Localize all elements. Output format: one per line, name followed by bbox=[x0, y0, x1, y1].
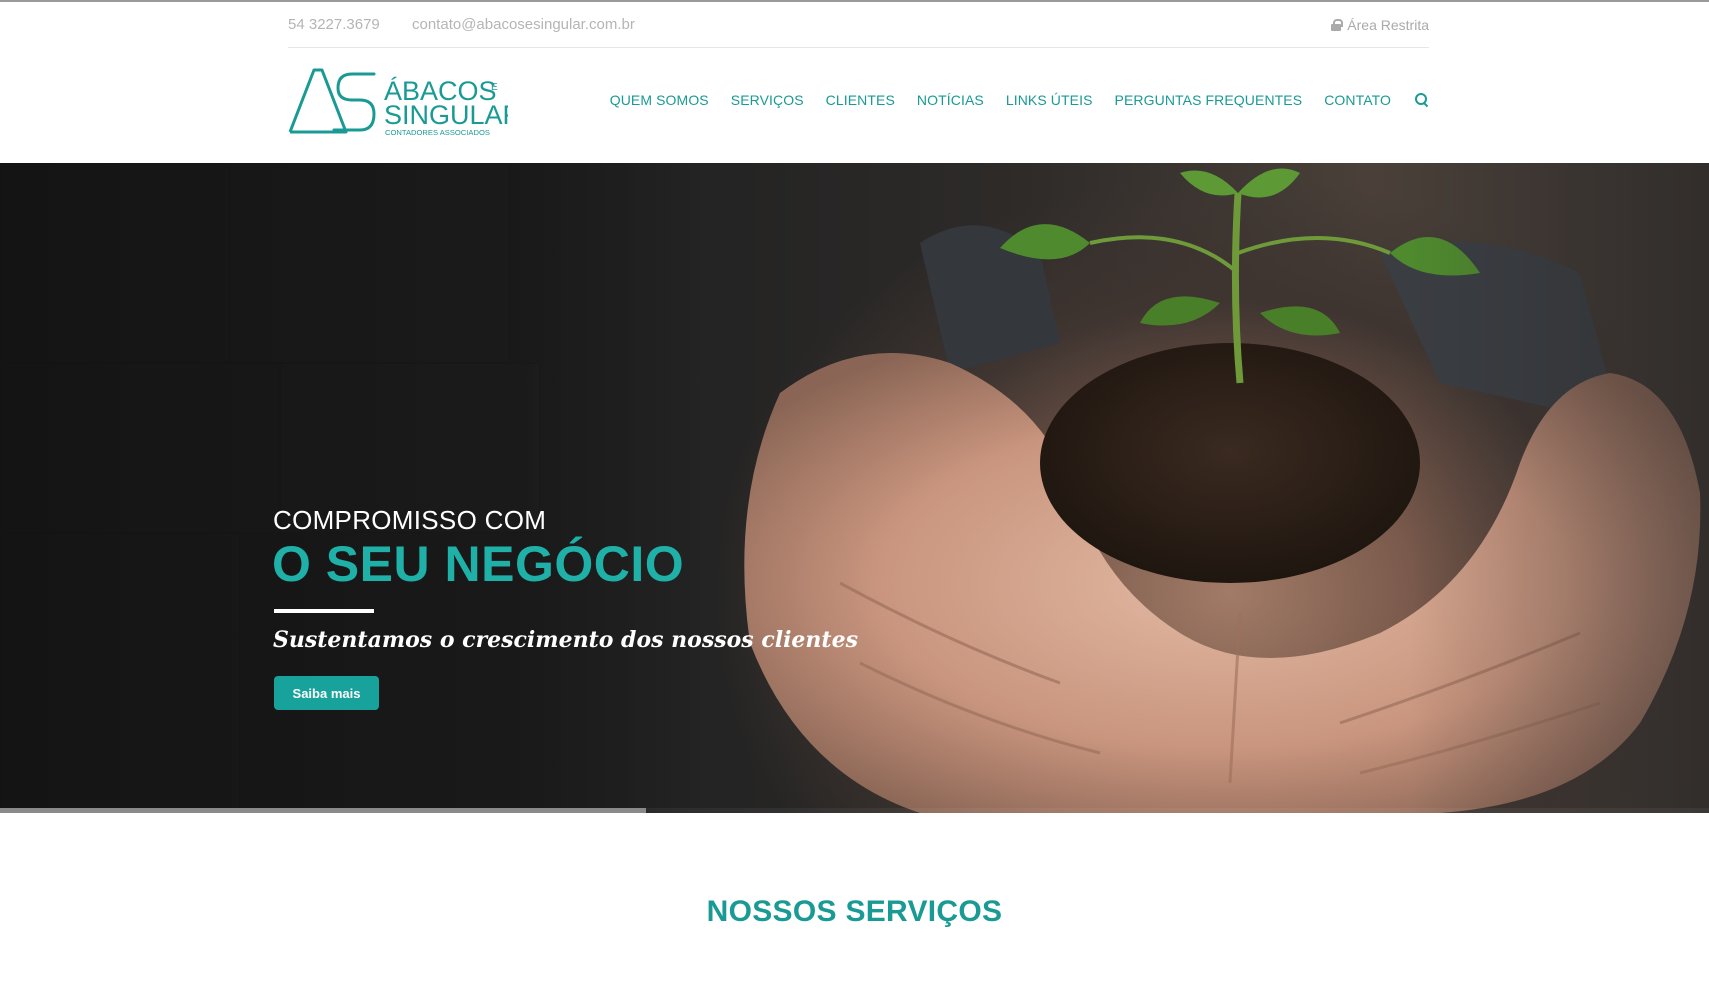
search-icon[interactable] bbox=[1415, 93, 1429, 107]
top-contact-bar: 54 3227.3679 contato@abacosesingular.com… bbox=[288, 14, 1429, 48]
nav-item-contato[interactable]: CONTATO bbox=[1324, 92, 1391, 108]
phone-number: 54 3227.3679 bbox=[288, 16, 380, 33]
slider-progress-track bbox=[0, 808, 1709, 813]
logo-subtitle: CONTADORES ASSOCIADOS bbox=[385, 128, 490, 136]
hero-dark-overlay bbox=[0, 163, 700, 813]
services-section-title: NOSSOS SERVIÇOS bbox=[706, 895, 1003, 928]
logo-name-line2: SINGULAR bbox=[384, 100, 508, 130]
restricted-area-label: Área Restrita bbox=[1347, 17, 1429, 33]
nav-item-perguntas-frequentes[interactable]: PERGUNTAS FREQUENTES bbox=[1115, 92, 1303, 108]
top-border bbox=[0, 0, 1709, 2]
hero-heading-line1: COMPROMISSO COM bbox=[273, 505, 547, 535]
main-navigation: QUEM SOMOS SERVIÇOS CLIENTES NOTÍCIAS LI… bbox=[610, 92, 1429, 108]
hero-slider: COMPROMISSO COM O SEU NEGÓCIO Sustentamo… bbox=[0, 163, 1709, 813]
site-logo[interactable]: ÁBACOS E SINGULAR CONTADORES ASSOCIADOS bbox=[288, 66, 508, 136]
hero-divider bbox=[274, 609, 374, 613]
saiba-mais-button[interactable]: Saiba mais bbox=[274, 676, 379, 710]
logo-graphic: ÁBACOS E SINGULAR CONTADORES ASSOCIADOS bbox=[288, 68, 508, 136]
lock-icon bbox=[1331, 19, 1344, 31]
nav-item-quem-somos[interactable]: QUEM SOMOS bbox=[610, 92, 709, 108]
site-header: ÁBACOS E SINGULAR CONTADORES ASSOCIADOS … bbox=[0, 48, 1709, 163]
nav-item-links-uteis[interactable]: LINKS ÚTEIS bbox=[1006, 92, 1093, 108]
hero-tagline: Sustentamos o crescimento dos nossos cli… bbox=[273, 627, 858, 653]
nav-item-servicos[interactable]: SERVIÇOS bbox=[731, 92, 804, 108]
hero-heading-line2: O SEU NEGÓCIO bbox=[272, 536, 685, 592]
restricted-area-link[interactable]: Área Restrita bbox=[1331, 17, 1429, 33]
logo-name-conj: E bbox=[491, 82, 498, 93]
nav-item-noticias[interactable]: NOTÍCIAS bbox=[917, 92, 984, 108]
slider-progress-bar bbox=[0, 808, 646, 813]
hero-shadow bbox=[1409, 163, 1709, 813]
email-link[interactable]: contato@abacosesingular.com.br bbox=[412, 16, 635, 33]
nav-item-clientes[interactable]: CLIENTES bbox=[826, 92, 895, 108]
